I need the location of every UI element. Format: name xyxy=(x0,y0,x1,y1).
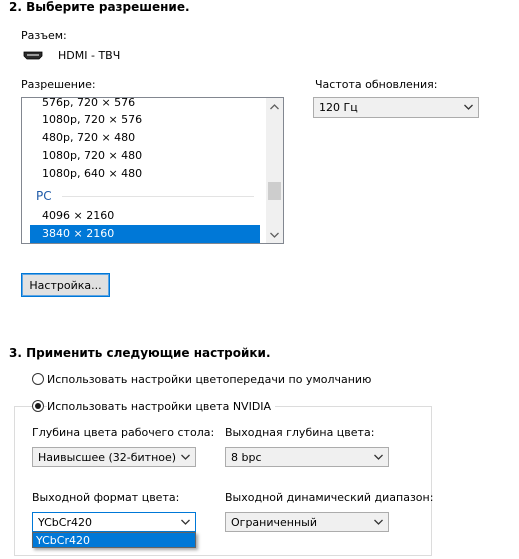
list-item[interactable]: 1080p, 720 × 576 xyxy=(30,111,260,129)
radio-nvidia-color-label[interactable]: Использовать настройки цвета NVIDIA xyxy=(47,400,276,413)
output-color-depth-select[interactable]: 8 bpc xyxy=(225,447,389,467)
connector-value: HDMI - ТВЧ xyxy=(58,49,121,62)
chevron-down-icon xyxy=(181,519,190,525)
chevron-down-icon xyxy=(181,454,190,460)
resolution-label: Разрешение: xyxy=(21,78,96,91)
desktop-color-depth-value: Наивысшее (32-битное) xyxy=(38,451,177,464)
output-color-format-dropdown[interactable]: YCbCr420 xyxy=(32,532,196,548)
chevron-down-icon xyxy=(374,519,383,525)
list-item[interactable]: 1080p, 720 × 480 xyxy=(30,147,260,165)
desktop-color-depth-select[interactable]: Наивысшее (32-битное) xyxy=(32,447,196,467)
list-item[interactable]: 1080p, 640 × 480 xyxy=(30,165,260,183)
list-item[interactable]: 4096 × 2160 xyxy=(30,207,260,225)
section-3-title: 3. Применить следующие настройки. xyxy=(9,346,271,360)
radio-default-color[interactable] xyxy=(32,373,44,385)
listbox-scrollbar[interactable] xyxy=(266,98,283,243)
group-divider xyxy=(62,196,254,197)
output-dynamic-range-value: Ограниченный xyxy=(231,516,317,529)
list-group-header-pc: PC xyxy=(36,189,52,203)
output-color-depth-label: Выходная глубина цвета: xyxy=(225,426,375,439)
refresh-rate-select[interactable]: 120 Гц xyxy=(313,97,479,118)
output-color-depth-value: 8 bpc xyxy=(231,451,262,464)
scrollbar-thumb[interactable] xyxy=(268,182,281,200)
chevron-down-icon xyxy=(374,454,383,460)
list-item[interactable]: 480p, 720 × 480 xyxy=(30,129,260,147)
output-color-format-value: YCbCr420 xyxy=(38,516,92,529)
section-2-title: 2. Выберите разрешение. xyxy=(9,0,190,14)
desktop-color-depth-label: Глубина цвета рабочего стола: xyxy=(32,426,215,439)
output-dynamic-range-select[interactable]: Ограниченный xyxy=(225,512,389,532)
connector-label: Разъем: xyxy=(21,29,67,42)
resolution-listbox[interactable]: 576p, 720 × 576 1080p, 720 × 576 480p, 7… xyxy=(21,97,284,244)
dropdown-option[interactable]: YCbCr420 xyxy=(36,534,90,547)
output-color-format-label: Выходной формат цвета: xyxy=(32,491,180,504)
list-item[interactable]: 576p, 720 × 576 xyxy=(30,98,260,112)
chevron-down-icon xyxy=(464,104,473,110)
output-color-format-select[interactable]: YCbCr420 xyxy=(32,512,196,532)
output-dynamic-range-label: Выходной динамический диапазон: xyxy=(225,491,434,504)
chevron-down-icon[interactable] xyxy=(266,226,283,243)
hdmi-icon xyxy=(23,51,43,60)
list-item-selected[interactable]: 3840 × 2160 xyxy=(30,225,260,243)
refresh-rate-label: Частота обновления: xyxy=(315,78,438,91)
refresh-rate-value: 120 Гц xyxy=(319,101,358,114)
chevron-up-icon[interactable] xyxy=(266,98,283,115)
customize-button[interactable]: Настройка... xyxy=(21,273,110,297)
radio-default-color-label[interactable]: Использовать настройки цветопередачи по … xyxy=(47,373,371,386)
radio-nvidia-color[interactable] xyxy=(32,400,44,412)
